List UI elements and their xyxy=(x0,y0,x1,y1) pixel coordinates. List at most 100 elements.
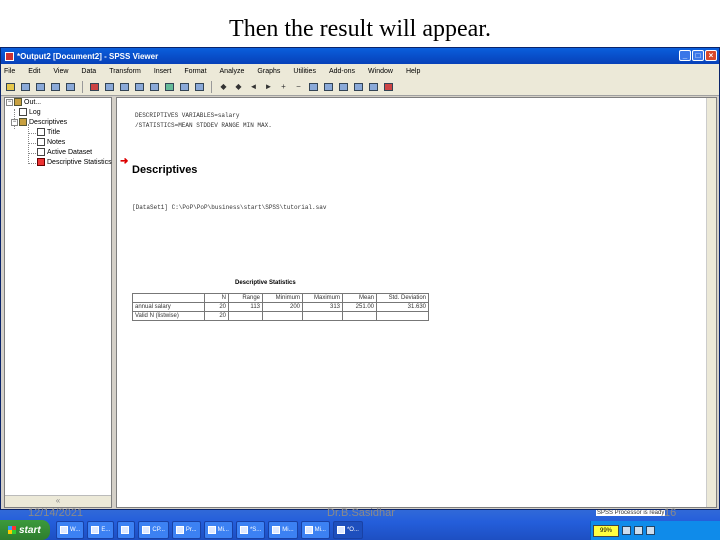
recall-dialog-icon[interactable] xyxy=(88,81,101,93)
outline-label: Descriptives xyxy=(29,118,68,126)
menu-file[interactable]: File xyxy=(4,68,15,75)
export-icon[interactable] xyxy=(64,81,77,93)
zoom-badge[interactable]: 99% xyxy=(593,524,619,537)
spss-viewer-window: *Output2 [Document2] - SPSS Viewer _ □ ×… xyxy=(0,47,720,510)
menu-transform[interactable]: Transform xyxy=(109,68,141,75)
collapse-icon[interactable]: − xyxy=(292,81,305,93)
page-icon xyxy=(19,108,27,116)
goto-data-icon[interactable] xyxy=(133,81,146,93)
taskbar-buttons: W... E... CP... Pr... Mi... *S... Mi... … xyxy=(56,521,363,539)
menu-insert[interactable]: Insert xyxy=(154,68,172,75)
taskbar-task[interactable]: *S... xyxy=(235,521,266,539)
redo-icon[interactable] xyxy=(118,81,131,93)
arrow-right-icon[interactable]: ► xyxy=(262,81,275,93)
outline-item-output[interactable]: − Out... xyxy=(6,98,41,106)
toolbar: ◆ ◆ ◄ ► + − xyxy=(1,78,719,96)
close-button[interactable]: × xyxy=(705,50,717,61)
slide-date: 12/14/2021 xyxy=(28,507,84,519)
tray-security-icon[interactable] xyxy=(646,526,655,535)
tray-network-icon[interactable] xyxy=(622,526,631,535)
table-cell: Valid N (listwise) xyxy=(132,311,205,321)
minimize-button[interactable]: _ xyxy=(679,50,691,61)
taskbar-task[interactable]: Pr... xyxy=(171,521,201,539)
find-icon[interactable] xyxy=(193,81,206,93)
table-cell: 251.00 xyxy=(342,302,377,312)
menu-help[interactable]: Help xyxy=(406,68,420,75)
taskbar-task[interactable]: Mi... xyxy=(300,521,330,539)
designate-window-icon[interactable] xyxy=(382,81,395,93)
start-button[interactable]: start xyxy=(0,520,50,540)
outline-item-title[interactable]: Title xyxy=(37,128,60,136)
window-icon xyxy=(272,526,281,534)
start-label: start xyxy=(19,524,41,536)
table-cell: annual salary xyxy=(132,302,205,312)
taskbar-task[interactable]: E... xyxy=(87,521,115,539)
menu-graphs[interactable]: Graphs xyxy=(257,68,280,75)
outline-item-active-dataset[interactable]: Active Dataset xyxy=(37,148,92,156)
outline-item-notes[interactable]: Notes xyxy=(37,138,65,146)
undo-icon[interactable] xyxy=(103,81,116,93)
taskbar-task[interactable]: W... xyxy=(56,521,85,539)
outline-item-descriptives[interactable]: − Descriptives xyxy=(11,118,67,126)
taskbar-task[interactable]: *O... xyxy=(332,521,363,539)
outline-item-descriptive-statistics[interactable]: Descriptive Statistics xyxy=(37,158,112,166)
goto-case-icon[interactable] xyxy=(148,81,161,93)
table-cell: 313 xyxy=(302,302,343,312)
table-cell: 20 xyxy=(204,311,229,321)
open-folder-icon[interactable] xyxy=(4,81,17,93)
content-vertical-scrollbar[interactable] xyxy=(706,98,716,507)
show-icon[interactable] xyxy=(307,81,320,93)
print-preview-icon[interactable] xyxy=(49,81,62,93)
outline-pane[interactable]: − Out... Log − Descriptives Title Notes … xyxy=(4,97,112,508)
menu-analyze[interactable]: Analyze xyxy=(220,68,245,75)
descriptives-heading[interactable]: Descriptives xyxy=(132,164,197,176)
expand-icon[interactable]: + xyxy=(277,81,290,93)
print-icon[interactable] xyxy=(34,81,47,93)
taskbar-task[interactable]: Mi... xyxy=(268,521,298,539)
outline-label: Title xyxy=(47,128,60,136)
window-icon xyxy=(239,526,248,534)
menu-edit[interactable]: Edit xyxy=(28,68,40,75)
page-icon xyxy=(37,138,45,146)
table-row: annual salary 20 113 200 313 251.00 31.6… xyxy=(132,302,429,312)
table-header-cell: Maximum xyxy=(302,293,343,303)
table-header-cell xyxy=(132,293,205,303)
insert-text-icon[interactable] xyxy=(367,81,380,93)
insert-heading-icon[interactable] xyxy=(337,81,350,93)
save-icon[interactable] xyxy=(19,81,32,93)
promote-icon[interactable]: ◆ xyxy=(217,81,230,93)
taskbar-task[interactable]: Mi... xyxy=(203,521,233,539)
dataset-line: [DataSet1] C:\PoP\PoP\business\start\SPS… xyxy=(132,204,327,211)
outline-item-log[interactable]: Log xyxy=(19,108,41,116)
demote-icon[interactable]: ◆ xyxy=(232,81,245,93)
table-header-cell: N xyxy=(204,293,229,303)
window-icon xyxy=(121,526,130,534)
spss-app-icon xyxy=(5,51,14,61)
taskbar-task[interactable]: CP... xyxy=(138,521,169,539)
menu-window[interactable]: Window xyxy=(368,68,393,75)
run-icon[interactable] xyxy=(178,81,191,93)
maximize-button[interactable]: □ xyxy=(692,50,704,61)
table-cell xyxy=(376,311,429,321)
window-titlebar[interactable]: *Output2 [Document2] - SPSS Viewer _ □ × xyxy=(1,48,719,64)
menu-add-ons[interactable]: Add-ons xyxy=(329,68,355,75)
menu-format[interactable]: Format xyxy=(184,68,206,75)
window-title: *Output2 [Document2] - SPSS Viewer xyxy=(17,51,159,61)
arrow-left-icon[interactable]: ◄ xyxy=(247,81,260,93)
descriptive-statistics-table[interactable]: N Range Minimum Maximum Mean Std. Deviat… xyxy=(132,293,429,321)
outline-horizontal-scrollbar[interactable]: « xyxy=(5,495,111,507)
menu-utilities[interactable]: Utilities xyxy=(293,68,316,75)
menu-view[interactable]: View xyxy=(53,68,68,75)
window-icon xyxy=(207,526,216,534)
hide-icon[interactable] xyxy=(322,81,335,93)
output-content-pane[interactable]: DESCRIPTIVES VARIABLES=salary /STATISTIC… xyxy=(116,97,717,508)
variables-icon[interactable] xyxy=(163,81,176,93)
menu-data[interactable]: Data xyxy=(81,68,96,75)
insert-title-icon[interactable] xyxy=(352,81,365,93)
taskbar-task[interactable] xyxy=(117,521,136,539)
tray-volume-icon[interactable] xyxy=(634,526,643,535)
table-header-cell: Std. Deviation xyxy=(376,293,429,303)
slide-author: Dr.B.Sasidhar xyxy=(327,507,395,519)
system-tray: 99% xyxy=(590,521,720,540)
table-cell: 113 xyxy=(228,302,263,312)
